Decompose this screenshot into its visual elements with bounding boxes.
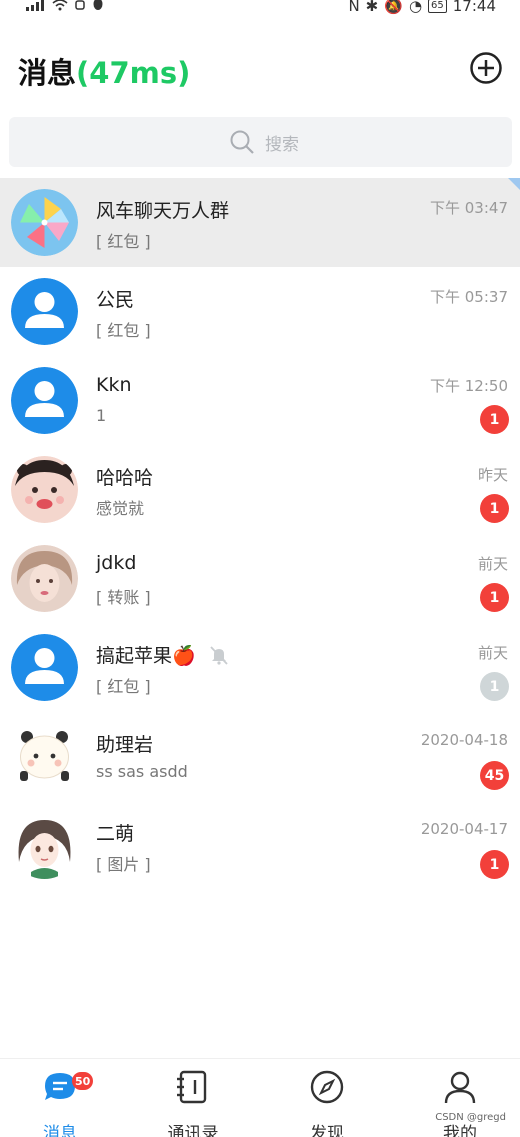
conversation-row[interactable]: 搞起苹果🍎 [ 红包 ] 前天 1 [0, 623, 520, 712]
nav-label: 消息 [43, 1124, 77, 1137]
conversation-name: 公民 [96, 289, 135, 311]
panda-avatar [11, 723, 78, 790]
unread-badge-muted: 1 [480, 672, 509, 701]
data-icon: ◔ [408, 0, 423, 15]
name-line: 公民 [96, 285, 134, 312]
conversation-preview: [ 红包 ] [96, 321, 151, 340]
unread-badge: 1 [480, 583, 509, 612]
pinned-indicator [508, 178, 520, 190]
search-inner: 搜索 [229, 129, 299, 155]
nav-tab-contacts[interactable]: 通讯录 [143, 1069, 243, 1137]
signal-icon [26, 0, 44, 11]
unread-badge: 1 [480, 494, 509, 523]
conversation-row[interactable]: 助理岩 ss sas asdd 2020-04-18 45 [0, 712, 520, 801]
name-line: Kkn [96, 374, 132, 396]
conversation-name: Kkn [96, 374, 132, 396]
conversation-row[interactable]: Kkn 1 下午 12:50 1 [0, 356, 520, 445]
conversation-preview: [ 红包 ] [96, 677, 151, 696]
person-icon [444, 1071, 476, 1104]
unread-badge: 45 [480, 761, 509, 790]
search-icon [230, 130, 254, 154]
nav-tab-me[interactable]: 我的 [410, 1069, 510, 1137]
status-left [26, 0, 104, 11]
name-line: 搞起苹果🍎 [96, 641, 230, 668]
conversation-row[interactable]: jdkd [ 转账 ] 前天 1 [0, 534, 520, 623]
mute-icon: 🔕 [384, 0, 403, 15]
conversation-name: 搞起苹果🍎 [96, 645, 196, 667]
default-avatar-icon [11, 367, 78, 434]
conversation-preview: 1 [96, 406, 107, 425]
wifi-icon [52, 0, 68, 10]
photo-avatar-girl [11, 456, 78, 523]
conversation-preview: [ 红包 ] [96, 232, 151, 251]
conversation-time: 2020-04-18 [420, 731, 508, 749]
status-time: 17:44 [452, 0, 496, 15]
unread-badge: 1 [480, 850, 509, 879]
contacts-icon [177, 1070, 207, 1104]
chat-icon [45, 1073, 75, 1100]
compass-icon [310, 1070, 344, 1104]
search-placeholder: 搜索 [265, 134, 299, 155]
conversation-preview: [ 转账 ] [96, 588, 151, 607]
qq-icon [93, 0, 103, 10]
bluetooth-icon: ✱ [365, 0, 379, 15]
conversation-preview: ss sas asdd [96, 762, 188, 781]
plus-circle-icon [470, 52, 502, 84]
usb-icon [75, 0, 85, 10]
conversation-preview: 感觉就 [96, 499, 145, 518]
battery-indicator: 65 [428, 0, 447, 13]
name-line: 助理岩 [96, 730, 153, 757]
nav-label: 发现 [310, 1124, 344, 1137]
conversation-name: jdkd [96, 552, 137, 574]
nfc-icon: N [348, 0, 360, 15]
bottom-nav: 50 消息 通讯录 发现 我的 [0, 1058, 520, 1137]
conversation-list: 风车聊天万人群 [ 红包 ] 下午 03:47 公民 [ 红包 ] 下午 05:… [0, 178, 520, 890]
conversation-time: 前天 [477, 555, 508, 573]
default-avatar-icon [11, 278, 78, 345]
name-line: 风车聊天万人群 [96, 196, 229, 223]
conversation-row[interactable]: 风车聊天万人群 [ 红包 ] 下午 03:47 [0, 178, 520, 267]
conversation-name: 助理岩 [96, 734, 154, 756]
conversation-name: 风车聊天万人群 [96, 200, 230, 222]
nav-unread-badge: 50 [72, 1072, 94, 1090]
search-bar[interactable]: 搜索 [9, 117, 512, 167]
name-line: jdkd [96, 552, 136, 574]
conversation-name: 二萌 [96, 823, 135, 845]
photo-avatar-woman [11, 545, 78, 612]
add-button[interactable] [469, 51, 503, 85]
status-bar: N ✱ 🔕 ◔ 65 17:44 [0, 0, 520, 18]
watermark: CSDN @gregd [435, 1112, 506, 1123]
conversation-row[interactable]: 二萌 [ 图片 ] 2020-04-17 1 [0, 801, 520, 890]
conversation-time: 下午 12:50 [430, 377, 508, 395]
name-line: 二萌 [96, 819, 134, 846]
conversation-row[interactable]: 公民 [ 红包 ] 下午 05:37 [0, 267, 520, 356]
page-title: 消息(47ms) [18, 50, 190, 92]
status-right: N ✱ 🔕 ◔ 65 17:44 [348, 0, 496, 15]
nav-label: 通讯录 [167, 1124, 219, 1137]
group-avatar-pinwheel [11, 189, 78, 256]
nav-tab-discover[interactable]: 发现 [277, 1069, 377, 1137]
conversation-time: 前天 [477, 644, 508, 662]
mute-bell-icon [210, 645, 228, 665]
latency-text: (47ms) [76, 56, 191, 90]
name-line: 哈哈哈 [96, 463, 153, 490]
conversation-time: 下午 03:47 [430, 199, 508, 217]
conversation-row[interactable]: 哈哈哈 感觉就 昨天 1 [0, 445, 520, 534]
conversation-name: 哈哈哈 [96, 467, 154, 489]
conversation-preview: [ 图片 ] [96, 855, 151, 874]
header: 消息(47ms) [0, 40, 520, 96]
conversation-time: 下午 05:37 [430, 288, 508, 306]
unread-badge: 1 [480, 405, 509, 434]
nav-tab-messages[interactable]: 50 消息 [10, 1069, 110, 1137]
default-avatar-icon [11, 634, 78, 701]
conversation-time: 2020-04-17 [420, 820, 508, 838]
page-title-text: 消息 [18, 56, 77, 90]
anime-avatar [11, 812, 78, 879]
conversation-time: 昨天 [477, 466, 508, 484]
